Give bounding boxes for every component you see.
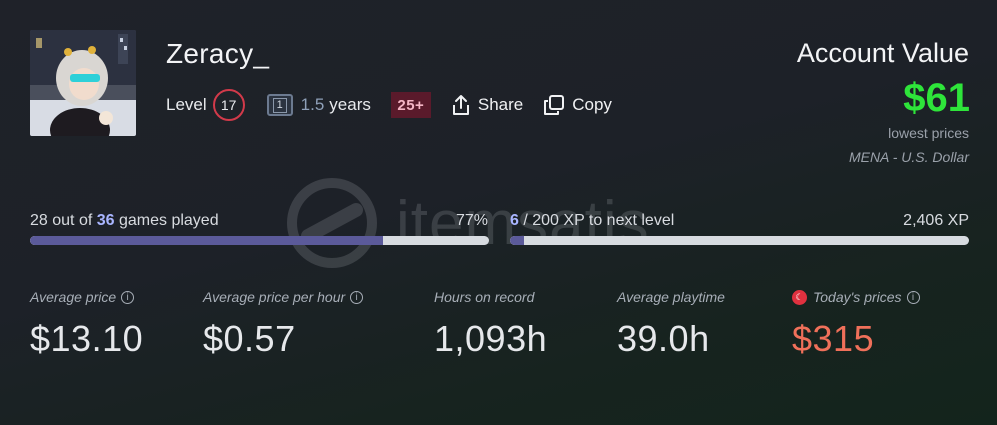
stat-hours-on-record-value: 1,093h	[434, 318, 548, 359]
stat-average-playtime-value: 39.0h	[617, 318, 710, 359]
turkey-flag-icon: ☾	[792, 289, 807, 305]
xp-progress-bar	[510, 236, 969, 245]
username: Zeracy_	[166, 38, 270, 69]
info-icon[interactable]: i	[121, 290, 135, 304]
years-unit: years	[329, 95, 371, 114]
stat-todays-prices-value: $315	[792, 318, 875, 359]
stat-todays-prices: ☾ Today's prices i $315	[792, 288, 920, 360]
share-icon	[452, 95, 469, 115]
account-value: $61	[903, 76, 970, 120]
share-button[interactable]: Share	[451, 94, 523, 116]
stat-average-playtime: Average playtime 39.0h	[617, 288, 725, 360]
account-value-subtitle: lowest prices	[888, 125, 969, 141]
stat-hours-on-record: Hours on record 1,093h	[434, 288, 547, 360]
stat-average-price-per-hour-label: Average price per hour	[203, 289, 346, 305]
games-played-count: 28	[30, 212, 48, 229]
stat-average-price-label: Average price	[30, 289, 117, 305]
xp-total: 2,406 XP	[903, 212, 969, 229]
games-progress-fill	[30, 236, 384, 245]
games-suffix: games played	[118, 212, 219, 229]
level-label: Level	[166, 95, 207, 114]
years-value: 1.5	[300, 95, 325, 114]
stat-average-price-per-hour: Average price per hour i $0.57	[203, 288, 364, 360]
stat-todays-prices-label: Today's prices	[813, 289, 902, 305]
games-progress-bar	[30, 236, 489, 245]
watermark-logo-icon	[287, 178, 377, 268]
games-total: 36	[96, 212, 115, 229]
avatar-image	[30, 30, 136, 136]
games-played-text: 28 out of 36 games played	[30, 212, 219, 230]
xp-progress-text: 6 / 200 XP to next level	[510, 212, 674, 230]
stat-hours-on-record-label: Hours on record	[434, 289, 535, 305]
account-value-title: Account Value	[796, 38, 969, 68]
xp-rest: / 200 XP to next level	[523, 212, 675, 229]
copy-label: Copy	[572, 95, 612, 114]
games-out-of: out of	[52, 212, 93, 229]
copy-button[interactable]: Copy	[543, 94, 612, 116]
stat-average-price-value: $13.10	[30, 318, 144, 359]
stat-average-price: Average price i $13.10	[30, 288, 143, 360]
account-region: MENA - U.S. Dollar	[848, 149, 969, 165]
profile-meta-row: Level 17 1 1.5 years 25+ Share Copy	[166, 89, 612, 121]
stat-average-playtime-label: Average playtime	[617, 289, 725, 305]
info-icon[interactable]: i	[906, 290, 920, 304]
copy-icon	[544, 95, 565, 115]
games-percent: 77%	[456, 212, 489, 229]
xp-progress-fill	[510, 236, 524, 245]
age-badge: 25+	[390, 92, 431, 118]
level-badge: 17	[212, 89, 245, 121]
xp-current: 6	[510, 212, 519, 229]
info-icon[interactable]: i	[350, 290, 364, 304]
avatar	[30, 30, 136, 136]
years-icon-text: 1	[272, 97, 287, 113]
stat-average-price-per-hour-value: $0.57	[203, 318, 296, 359]
share-label: Share	[477, 95, 524, 114]
calendar-icon: 1	[266, 94, 293, 116]
